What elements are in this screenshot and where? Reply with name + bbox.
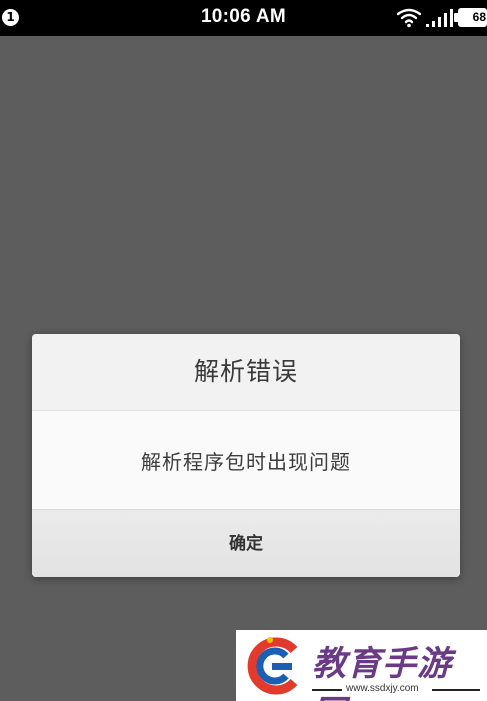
watermark-divider-right bbox=[432, 689, 480, 691]
signal-bars-icon bbox=[426, 9, 453, 27]
battery-indicator: 68 bbox=[454, 8, 487, 27]
status-bar: 1 10:06 AM 68 bbox=[0, 0, 487, 36]
wifi-icon bbox=[397, 8, 421, 28]
screen: 1 10:06 AM 68 解析错误 解析程序包时出现问题 确定 教育手游网 bbox=[0, 0, 487, 701]
dialog-message: 解析程序包时出现问题 bbox=[32, 411, 460, 509]
confirm-button[interactable]: 确定 bbox=[32, 509, 460, 577]
watermark: 教育手游网 www.ssdxjy.com bbox=[236, 630, 487, 701]
g-logo-icon bbox=[247, 637, 298, 695]
watermark-divider-left bbox=[312, 689, 342, 691]
error-dialog: 解析错误 解析程序包时出现问题 确定 bbox=[32, 334, 460, 577]
watermark-url: www.ssdxjy.com bbox=[346, 683, 419, 694]
dialog-title: 解析错误 bbox=[32, 334, 460, 411]
